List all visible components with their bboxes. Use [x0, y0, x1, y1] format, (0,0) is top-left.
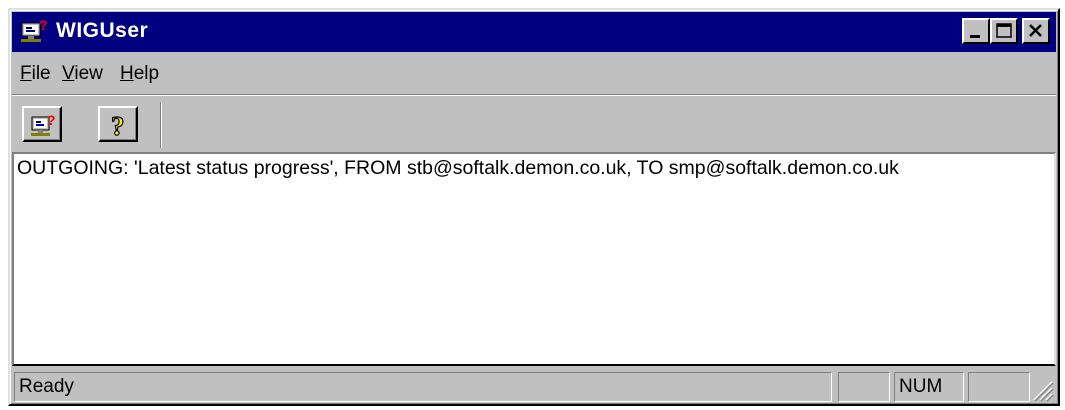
menu-separator [12, 94, 1056, 96]
minimize-button[interactable] [962, 18, 990, 44]
menu-help[interactable]: Help [120, 63, 159, 85]
log-line: OUTGOING: 'Latest status progress', FROM… [17, 157, 899, 179]
maximize-icon [996, 23, 1012, 38]
status-text: Ready [14, 372, 832, 402]
menu-view-label-rest: iew [74, 63, 103, 84]
resize-grip-icon[interactable] [1028, 376, 1054, 402]
toolbar: ? ? [12, 98, 1056, 150]
close-button[interactable] [1022, 18, 1050, 44]
svg-text:?: ? [39, 18, 48, 33]
toolbar-help-button[interactable]: ? [98, 106, 138, 142]
toolbar-separator [160, 102, 162, 148]
status-indicator-scrl [968, 372, 1030, 402]
menu-view[interactable]: View [62, 63, 103, 85]
maximize-button[interactable] [990, 18, 1018, 44]
menu-bar: File View Help [12, 54, 1056, 94]
svg-text:?: ? [111, 111, 125, 139]
app-window: ? WIGUser File View Help ? ? OUTGOING: '… [8, 8, 1060, 406]
status-indicator-num: NUM [894, 372, 964, 402]
window-title: WIGUser [56, 19, 149, 42]
status-bar: Ready NUM [12, 370, 1056, 404]
computer-question-icon: ? [31, 112, 56, 136]
message-log[interactable]: OUTGOING: 'Latest status progress', FROM… [12, 152, 1056, 366]
question-mark-icon: ? [110, 111, 125, 139]
close-icon [1029, 24, 1042, 37]
menu-help-label-rest: elp [133, 63, 160, 84]
minimize-icon [970, 35, 980, 38]
menu-file-label-rest: ile [31, 63, 51, 84]
title-bar[interactable]: ? WIGUser [12, 12, 1056, 52]
status-indicator-caps [838, 372, 890, 402]
computer-question-icon[interactable]: ? [20, 17, 50, 44]
toolbar-computer-button[interactable]: ? [22, 106, 62, 142]
svg-text:?: ? [47, 112, 56, 128]
menu-file[interactable]: File [20, 63, 51, 85]
